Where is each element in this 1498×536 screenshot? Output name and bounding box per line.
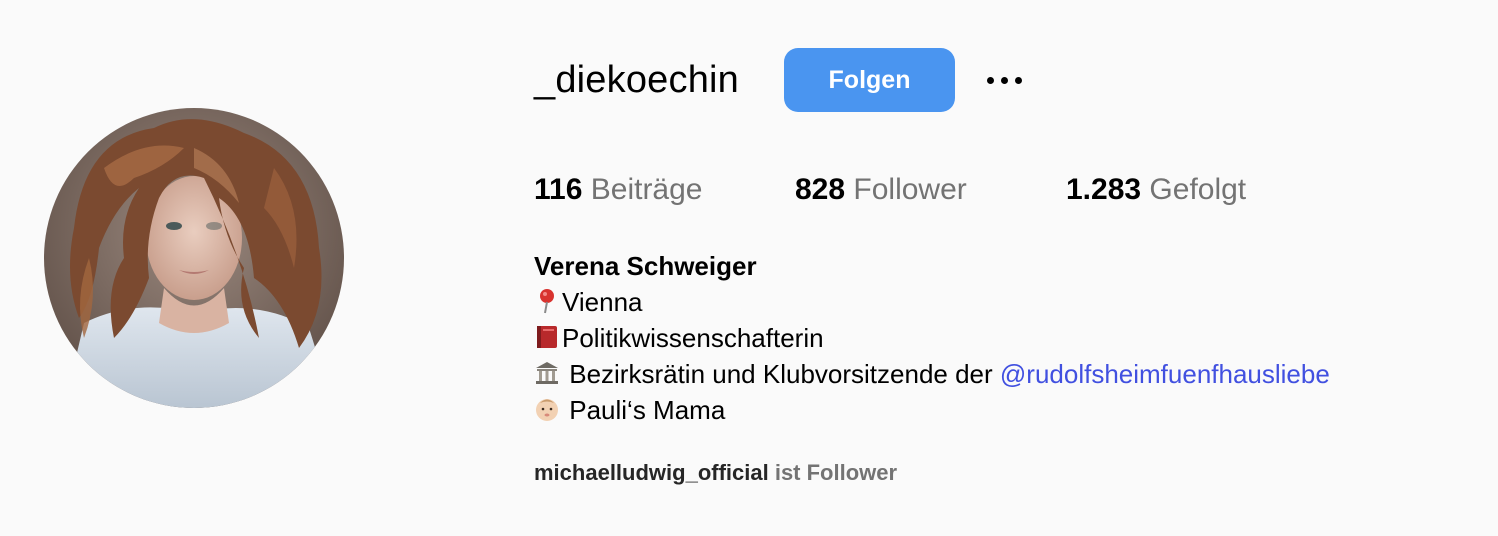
follow-button[interactable]: Folgen <box>784 48 955 112</box>
username: _diekoechin <box>534 59 740 101</box>
bio-family: Pauli‘s Mama <box>562 395 726 425</box>
followed-by-user-link[interactable]: michaelludwig_official <box>534 460 769 485</box>
stat-following-count: 1.283 <box>1066 173 1142 206</box>
profile-header: _diekoechin Folgen 116 Beiträge 828 Foll… <box>0 0 1498 536</box>
more-options-button[interactable] <box>978 62 1030 98</box>
baby-icon <box>536 399 558 421</box>
more-dot-icon <box>1014 76 1022 84</box>
bio-mention-link[interactable]: @rudolfsheimfuenfhausliebe <box>1000 359 1330 389</box>
followed-by: michaelludwig_official ist Follower <box>534 459 897 487</box>
more-dot-icon <box>1000 76 1008 84</box>
stat-following-label: Gefolgt <box>1149 173 1247 206</box>
stat-posts: 116 Beiträge <box>534 170 703 210</box>
bio-line: Politikwissenschafterin <box>534 320 1330 356</box>
bio-line: Bezirksrätin und Klubvorsitzende der @ru… <box>534 356 1330 392</box>
followed-by-suffix: ist Follower <box>768 460 898 485</box>
bio-profession: Politikwissenschafterin <box>562 323 824 353</box>
classical-building-icon <box>536 362 558 384</box>
pin-icon <box>540 289 554 314</box>
avatar[interactable] <box>44 108 344 408</box>
stat-followers-label: Follower <box>853 173 967 206</box>
stat-followers-count: 828 <box>795 173 846 206</box>
stat-posts-count: 116 <box>534 173 583 206</box>
bio-location: Vienna <box>562 287 643 317</box>
avatar-photo <box>44 108 344 408</box>
stat-following[interactable]: 1.283 Gefolgt <box>1066 170 1246 210</box>
stat-followers[interactable]: 828 Follower <box>795 170 967 210</box>
bio-line: Pauli‘s Mama <box>534 392 1330 428</box>
bio: Verena Schweiger Vienna Politikwissensch… <box>534 248 1330 428</box>
book-icon <box>537 326 557 348</box>
bio-role: Bezirksrätin und Klubvorsitzende der <box>562 359 1000 389</box>
stat-posts-label: Beiträge <box>590 173 703 206</box>
full-name: Verena Schweiger <box>534 251 757 281</box>
bio-line: Vienna <box>534 284 1330 320</box>
more-dot-icon <box>986 76 994 84</box>
